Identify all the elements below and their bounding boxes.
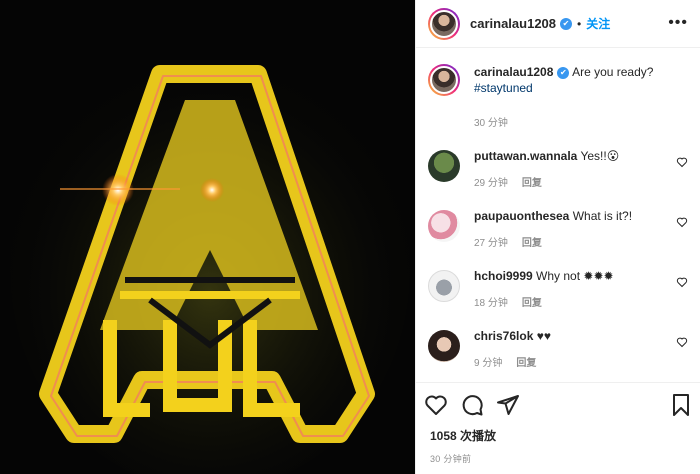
caption: carinalau1208 ✔ Are you ready? #staytuned… xyxy=(428,64,688,132)
hashtag-link[interactable]: #staytuned xyxy=(474,81,533,95)
reply-button[interactable]: 回复 xyxy=(516,358,536,369)
avatar[interactable] xyxy=(428,210,460,242)
caption-username[interactable]: carinalau1208 xyxy=(474,65,553,79)
verified-icon: ✔ xyxy=(557,66,570,79)
comment-time: 27 分钟 xyxy=(474,238,508,249)
list-item: paupauonthesea What is it?! 27 分钟 回复 xyxy=(428,208,688,252)
view-count[interactable]: 1058 次播放 xyxy=(424,427,693,444)
comment-time: 29 分钟 xyxy=(474,178,508,189)
more-icon[interactable]: ••• xyxy=(668,14,688,32)
avatar[interactable] xyxy=(428,150,460,182)
avatar[interactable] xyxy=(428,270,460,302)
comment-time: 18 分钟 xyxy=(474,298,508,309)
reply-button[interactable]: 回复 xyxy=(522,238,542,249)
comment-username[interactable]: chris76lok xyxy=(474,329,533,343)
heart-icon[interactable] xyxy=(676,276,688,288)
comment-username[interactable]: puttawan.wannala xyxy=(474,149,577,163)
follow-button[interactable]: 关注 xyxy=(586,15,610,32)
heart-icon[interactable] xyxy=(676,336,688,348)
logo-artwork xyxy=(0,0,415,474)
caption-time: 30 分钟 xyxy=(474,118,508,129)
comments-section: carinalau1208 ✔ Are you ready? #staytuned… xyxy=(416,48,700,382)
reply-button[interactable]: 回复 xyxy=(522,298,542,309)
comment-text: Why not ✹✹✹ xyxy=(536,269,614,283)
heart-icon[interactable] xyxy=(676,216,688,228)
post-timestamp[interactable]: 30 分钟前 xyxy=(424,452,693,465)
avatar[interactable] xyxy=(428,330,460,362)
reply-button[interactable]: 回复 xyxy=(522,178,542,189)
comment-text: ♥♥ xyxy=(536,329,551,343)
list-item: chris76lok ♥♥ 9 分钟 回复 xyxy=(428,328,688,372)
post-header: carinalau1208 ✔ • 关注 ••• xyxy=(416,0,700,48)
avatar[interactable] xyxy=(428,7,460,40)
share-icon[interactable] xyxy=(496,393,520,417)
post-panel: carinalau1208 ✔ • 关注 ••• carinalau1208 ✔ … xyxy=(415,0,700,474)
comment-text: Yes!!😮 xyxy=(580,149,620,163)
comment-text: What is it?! xyxy=(572,209,633,223)
list-item: puttawan.wannala Yes!!😮 29 分钟 回复 xyxy=(428,148,688,192)
comment-username[interactable]: hchoi9999 xyxy=(474,269,533,283)
avatar[interactable] xyxy=(428,64,460,96)
action-bar: 1058 次播放 30 分钟前 xyxy=(416,382,700,465)
header-username[interactable]: carinalau1208 xyxy=(470,16,556,31)
verified-icon: ✔ xyxy=(560,17,573,30)
heart-icon[interactable] xyxy=(424,393,448,417)
post-media[interactable] xyxy=(0,0,415,474)
caption-text: Are you ready? xyxy=(572,65,654,79)
comment-username[interactable]: paupauonthesea xyxy=(474,209,569,223)
comment-time: 9 分钟 xyxy=(474,358,503,369)
separator-dot: • xyxy=(577,16,582,31)
comment-icon[interactable] xyxy=(460,393,484,417)
list-item: hchoi9999 Why not ✹✹✹ 18 分钟 回复 xyxy=(428,268,688,312)
save-icon[interactable] xyxy=(669,393,693,417)
heart-icon[interactable] xyxy=(676,156,688,168)
